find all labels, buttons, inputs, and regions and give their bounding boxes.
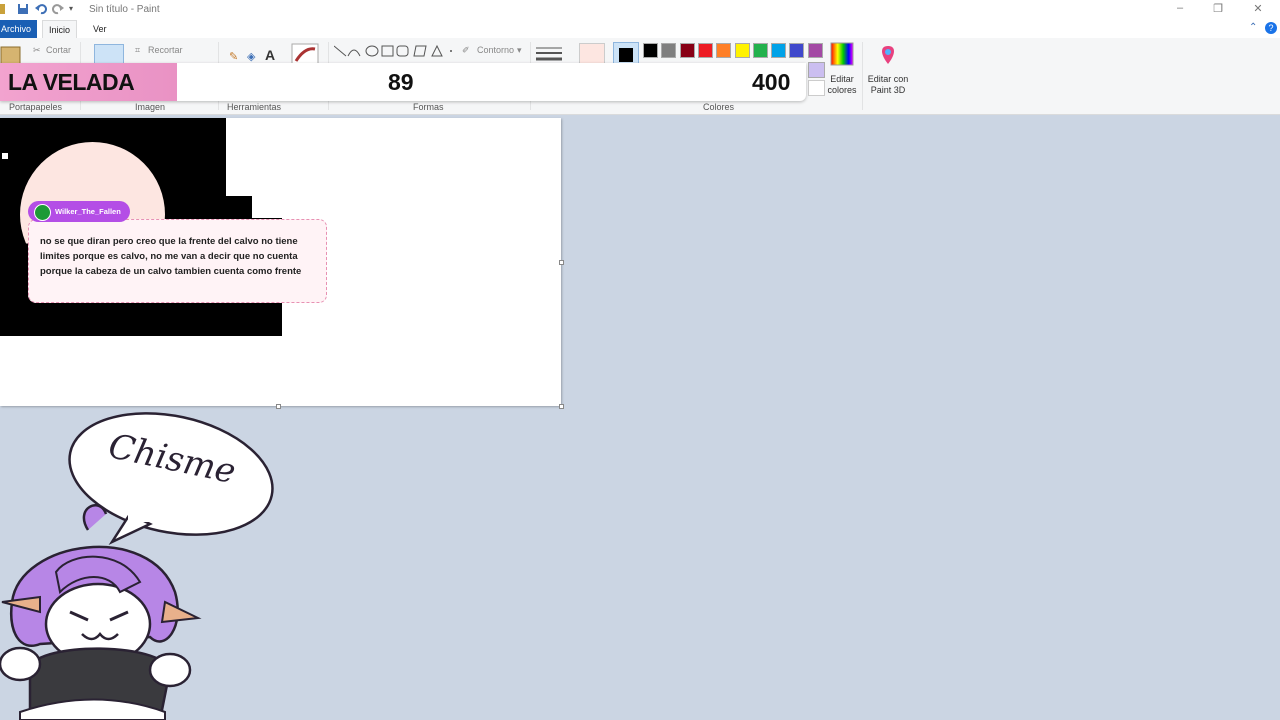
resize-handle-corner[interactable] [559,404,564,409]
scoreboard-overlay: LA VELADA 89 400 [0,63,806,101]
restore-button[interactable]: ❐ [1208,2,1228,15]
edit-colors-label-1: Editar [830,74,854,84]
edit-with-paint-3d-button[interactable]: Editar con Paint 3D [865,74,911,96]
title-bar: ▾ Sin título - Paint – ❐ ✕ [0,0,1280,20]
group-label-image: Imagen [135,102,166,112]
chat-message-text: no se que diran pero creo que la frente … [40,236,302,278]
chat-username: Wilker_The_Fallen [55,207,121,216]
palette-swatch[interactable] [643,43,658,58]
pencil-icon[interactable]: ✎ [229,50,238,63]
palette-swatch[interactable] [752,43,768,58]
size-icon[interactable] [536,46,564,62]
tab-home[interactable]: Inicio [42,20,78,38]
brushes-icon[interactable] [291,43,319,65]
resize-handle-right[interactable] [559,260,564,265]
scoreboard-left-value: 89 [388,69,414,95]
color-2-button[interactable] [579,43,605,65]
group-label-colors: Colores [703,102,735,112]
group-divider [862,42,863,110]
palette-swatch[interactable] [679,43,695,58]
tab-view[interactable]: Ver [87,20,113,38]
palette-swatch[interactable] [734,43,750,58]
empty-color-swatch[interactable] [808,80,825,96]
undo-icon[interactable] [35,3,47,15]
crop-icon: ⌗ [135,45,141,55]
redo-icon[interactable] [52,3,64,15]
user-avatar-icon [34,204,51,221]
ribbon-tabs: Archivo Inicio Ver ⌃ ? [0,20,1280,38]
canvas-white-dot [2,153,8,159]
paint-app-icon [0,4,5,14]
save-icon[interactable] [17,3,29,15]
palette-swatch[interactable] [661,43,677,58]
palette-swatch[interactable] [789,43,805,58]
minimize-button[interactable]: – [1170,2,1190,14]
group-label-clipboard: Portapapeles [9,102,63,112]
resize-handle-bottom[interactable] [276,404,281,409]
shapes-gallery[interactable] [334,44,456,58]
close-button[interactable]: ✕ [1248,2,1268,15]
window-title: Sin título - Paint [89,4,160,15]
chisme-sticker: Chisme [0,412,274,720]
tab-file[interactable]: Archivo [0,20,38,38]
scoreboard-title: LA VELADA [8,69,135,95]
chat-username-badge: Wilker_The_Fallen [28,201,130,222]
paint3d-label-2: Paint 3D [870,85,906,95]
outline-brush-icon: ✐ [462,45,470,55]
fill-icon[interactable]: ◈ [247,50,255,63]
scoreboard-right-value: 400 [752,69,791,95]
cut-button[interactable]: Cortar [46,45,71,55]
collapse-ribbon-icon[interactable]: ⌃ [1249,22,1257,33]
edit-colors-icon[interactable] [830,42,854,66]
outline-dropdown[interactable]: Contorno [477,45,514,55]
crop-button[interactable]: Recortar [148,45,183,55]
custom-color-swatch[interactable] [808,62,825,78]
edit-colors-label-2: colores [827,85,857,95]
paint-3d-icon[interactable] [876,42,900,68]
edit-colors-button[interactable]: Editar colores [824,74,860,96]
help-icon[interactable]: ? [1265,22,1277,34]
palette-swatch[interactable] [697,43,713,58]
text-icon[interactable]: A [265,47,275,63]
palette-swatch[interactable] [807,43,823,58]
outline-chevron-icon: ▾ [517,45,522,55]
group-label-shapes: Formas [413,102,444,112]
group-label-tools: Herramientas [227,102,282,112]
palette-swatch[interactable] [771,43,787,58]
palette-swatch[interactable] [716,43,732,58]
cut-scissors-icon: ✂ [33,45,41,55]
customize-toolbar-chevron-icon[interactable]: ▾ [69,4,81,16]
paint3d-label-1: Editar con [867,74,909,84]
chat-message-card: no se que diran pero creo que la frente … [28,219,327,303]
